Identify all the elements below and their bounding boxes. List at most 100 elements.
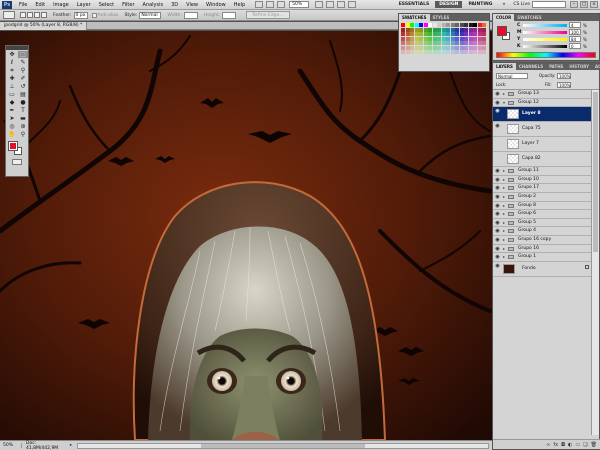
channel-value-input[interactable]: 4	[569, 22, 581, 28]
swatch[interactable]	[419, 50, 423, 54]
add-selection-icon[interactable]	[27, 12, 33, 18]
hand-tool-icon[interactable]: ✋	[7, 131, 17, 138]
swatch[interactable]	[401, 50, 405, 54]
swatch[interactable]	[423, 50, 428, 54]
screen-mode-icon[interactable]	[348, 1, 357, 8]
swatch[interactable]	[428, 36, 432, 41]
new-layer-icon[interactable]: ❏	[583, 442, 587, 448]
eyedropper-tool-icon[interactable]: ⚲	[18, 67, 28, 74]
tool-preset-picker[interactable]	[3, 11, 15, 19]
swatch[interactable]	[441, 45, 446, 50]
style-select[interactable]: Normal	[139, 11, 162, 19]
expand-triangle-icon[interactable]: ▸	[503, 91, 505, 96]
swatch[interactable]	[414, 45, 419, 50]
visibility-eye-icon[interactable]: ◉	[494, 177, 501, 183]
swatch[interactable]	[401, 32, 405, 36]
close-button[interactable]: ×	[590, 1, 598, 8]
swatch[interactable]	[446, 41, 450, 45]
brush-tool-icon[interactable]: ✐	[18, 75, 28, 82]
menu-edit[interactable]: Edit	[31, 2, 49, 8]
layer-row[interactable]: Capa 82	[493, 152, 593, 168]
layer-row[interactable]: ◉ ▸ Group 11	[493, 167, 593, 176]
swatch[interactable]	[432, 32, 437, 36]
menu-3d[interactable]: 3D	[167, 2, 182, 8]
color-panel-foreground-swatch[interactable]	[497, 26, 507, 36]
layer-row[interactable]: ◉ Layer 8	[493, 107, 593, 123]
swatch[interactable]	[459, 50, 464, 54]
swatch[interactable]	[437, 23, 441, 27]
swatch[interactable]	[468, 50, 473, 54]
menu-view[interactable]: View	[182, 2, 202, 8]
menu-layer[interactable]: Layer	[73, 2, 95, 8]
clone-stamp-tool-icon[interactable]: ⊥	[7, 83, 17, 90]
eraser-tool-icon[interactable]: ▭	[7, 91, 17, 98]
channel-slider[interactable]	[523, 23, 567, 27]
swatch[interactable]	[405, 41, 410, 45]
width-input[interactable]	[183, 11, 198, 19]
swatch[interactable]	[414, 27, 419, 32]
workspace-design-button[interactable]: DESIGN	[435, 1, 463, 8]
workspace-essentials-button[interactable]: ESSENTIALS	[395, 1, 434, 8]
menu-window[interactable]: Window	[202, 2, 230, 8]
layer-row[interactable]: ◉ ▸ Grupo 16	[493, 244, 593, 254]
swatch[interactable]	[450, 50, 455, 54]
fill-input[interactable]: 100%	[557, 82, 571, 88]
swatch[interactable]	[428, 45, 432, 50]
swatch[interactable]	[446, 45, 450, 50]
intersect-selection-icon[interactable]	[41, 12, 47, 18]
swatch[interactable]	[428, 23, 432, 27]
tab-layers[interactable]: LAYERS	[493, 63, 516, 70]
swatch[interactable]	[464, 23, 468, 27]
feather-input[interactable]: 0 px	[73, 11, 88, 19]
horizontal-scrollbar[interactable]	[77, 442, 489, 449]
subtract-selection-icon[interactable]	[34, 12, 40, 18]
swatch[interactable]	[455, 50, 459, 54]
tab-history[interactable]: HISTORY	[566, 63, 592, 70]
layer-row[interactable]: ◉ Capa 75	[493, 122, 593, 138]
move-tool-icon[interactable]: ✥	[7, 51, 17, 58]
arrange-documents-icon[interactable]	[337, 1, 346, 8]
swatch[interactable]	[446, 32, 450, 36]
menu-analysis[interactable]: Analysis	[139, 2, 168, 8]
swatch[interactable]	[401, 23, 405, 27]
swatch[interactable]	[428, 41, 432, 45]
swatch[interactable]	[464, 50, 468, 54]
swatch[interactable]	[419, 27, 423, 32]
swatch[interactable]	[423, 32, 428, 36]
swatch[interactable]	[468, 27, 473, 32]
layer-row[interactable]: ◉ ▸ Group 13	[493, 90, 593, 99]
swatch[interactable]	[401, 36, 405, 41]
menu-help[interactable]: Help	[230, 2, 249, 8]
swatch[interactable]	[441, 32, 446, 36]
swatch[interactable]	[473, 23, 477, 27]
layer-row[interactable]: ◉ ▸ Group 4	[493, 227, 593, 236]
channel-slider[interactable]	[523, 30, 567, 34]
swatch[interactable]	[437, 36, 441, 41]
layers-scrollbar[interactable]	[591, 90, 599, 435]
layer-row[interactable]: ◉ ▸ Group 6	[493, 210, 593, 219]
swatch[interactable]	[432, 50, 437, 54]
healing-brush-tool-icon[interactable]: ✚	[7, 75, 17, 82]
status-menu-arrow-icon[interactable]: ▸	[68, 443, 74, 448]
swatch[interactable]	[432, 41, 437, 45]
swatch[interactable]	[464, 27, 468, 32]
swatch[interactable]	[410, 36, 414, 41]
antialias-checkbox[interactable]	[91, 12, 97, 18]
swatch[interactable]	[464, 45, 468, 50]
tab-swatches[interactable]: SWATCHES	[399, 14, 430, 21]
channel-value-input[interactable]: 100	[569, 29, 581, 35]
tab-paths[interactable]: PATHS	[546, 63, 566, 70]
bridge-icon[interactable]	[255, 1, 264, 8]
swatch[interactable]	[441, 41, 446, 45]
document-canvas[interactable]	[0, 31, 492, 440]
type-tool-icon[interactable]: T	[18, 107, 28, 114]
swatch[interactable]	[441, 27, 446, 32]
blur-tool-icon[interactable]: ◆	[7, 99, 17, 106]
layer-style-icon[interactable]: fx	[553, 442, 558, 448]
swatch[interactable]	[432, 45, 437, 50]
swatch[interactable]	[459, 27, 464, 32]
pen-tool-icon[interactable]: ✒	[7, 107, 17, 114]
swatch[interactable]	[473, 41, 477, 45]
swatch[interactable]	[419, 41, 423, 45]
swatch[interactable]	[482, 50, 486, 54]
